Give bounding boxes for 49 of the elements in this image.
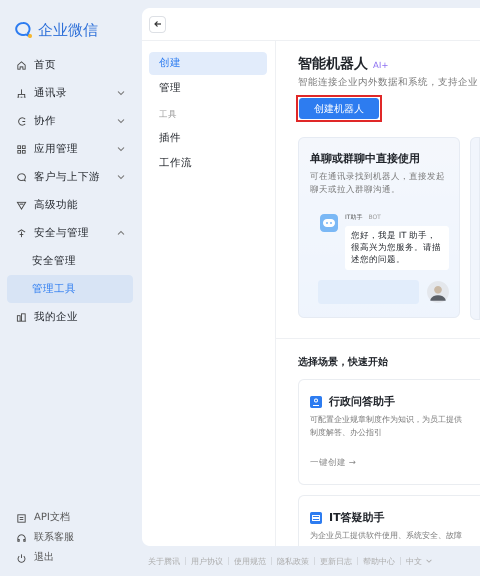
sidebar-item[interactable]: 通讯录 — [7, 79, 133, 107]
server-icon — [310, 512, 322, 524]
power-icon — [16, 552, 27, 564]
section-title: 选择场景，快速开始 — [276, 338, 480, 369]
back-arrow-icon — [152, 19, 162, 29]
sidebar-link[interactable]: 联系客服 — [34, 531, 74, 545]
scenario-title: 行政问答助手 — [329, 394, 395, 409]
funnel-icon — [16, 200, 27, 210]
back-button[interactable] — [149, 16, 166, 32]
card-title: 单聊或群聊中直接使用 — [310, 151, 421, 166]
scenario-card[interactable]: 行政问答助手 可配置企业规章制度作为知识，为员工提供制度解答、办公指引 一键创建 → — [298, 379, 480, 485]
quick-create-link[interactable]: 一键创建 → — [310, 456, 480, 469]
building-icon — [16, 312, 27, 322]
sidebar-subitem[interactable]: 安全管理 — [7, 247, 133, 275]
subnav-item[interactable]: 工作流 — [149, 152, 267, 175]
chat-bubble: 您好，我是 IT 助手，很高兴为您服务。请描述您的问题。 — [345, 226, 449, 270]
home-icon — [16, 60, 27, 70]
sidebar-item[interactable]: 首页 — [7, 51, 133, 79]
user-avatar-icon — [427, 281, 449, 304]
logo-icon — [14, 20, 34, 40]
sidebar-item[interactable]: 协作 — [7, 107, 133, 135]
scenario-title: IT答疑助手 — [329, 510, 385, 525]
create-robot-button[interactable]: 创建机器人 — [299, 98, 379, 119]
sidebar-item[interactable]: 高级功能 — [7, 191, 133, 219]
sidebar-link[interactable]: API文档 — [34, 511, 70, 525]
sidebar-item[interactable]: 我的企业 — [7, 303, 133, 331]
sidebar-item[interactable]: 应用管理 — [7, 135, 133, 163]
ai-label: AI+ — [373, 61, 388, 71]
subnav-item[interactable]: 插件 — [149, 127, 267, 150]
sidebar-item[interactable]: 客户与上下游 — [7, 163, 133, 191]
swirl-icon — [16, 116, 27, 126]
sidebar-item[interactable]: 安全与管理 — [7, 219, 133, 247]
scenario-description: 为企业员工提供软件使用、系统安全、故障 — [310, 530, 463, 542]
sidebar-link[interactable]: 退出 — [34, 551, 54, 565]
person-icon — [310, 396, 322, 408]
chat-bubble-icon — [16, 172, 27, 182]
headset-icon — [16, 532, 27, 544]
subnav-item[interactable]: 管理 — [149, 77, 267, 100]
page-subtitle: 智能连接企业内外数据和系统，支持企业 — [298, 76, 479, 89]
card-description: 可在通讯录找到机器人，直接发起聊天或拉入群聊沟通。 — [310, 171, 446, 196]
chevron-icon — [425, 557, 433, 565]
grid-icon — [16, 144, 27, 154]
scenario-card[interactable]: IT答疑助手 为企业员工提供软件使用、系统安全、故障 — [298, 495, 480, 546]
document-icon — [16, 512, 27, 524]
page-title: 智能机器人 — [298, 55, 368, 73]
logo-text: 企业微信 — [38, 20, 98, 40]
org-chart-icon — [16, 88, 27, 98]
scenario-description: 可配置企业规章制度作为知识，为员工提供制度解答、办公指引 — [310, 414, 463, 439]
subnav-heading: 工具 — [158, 109, 178, 122]
